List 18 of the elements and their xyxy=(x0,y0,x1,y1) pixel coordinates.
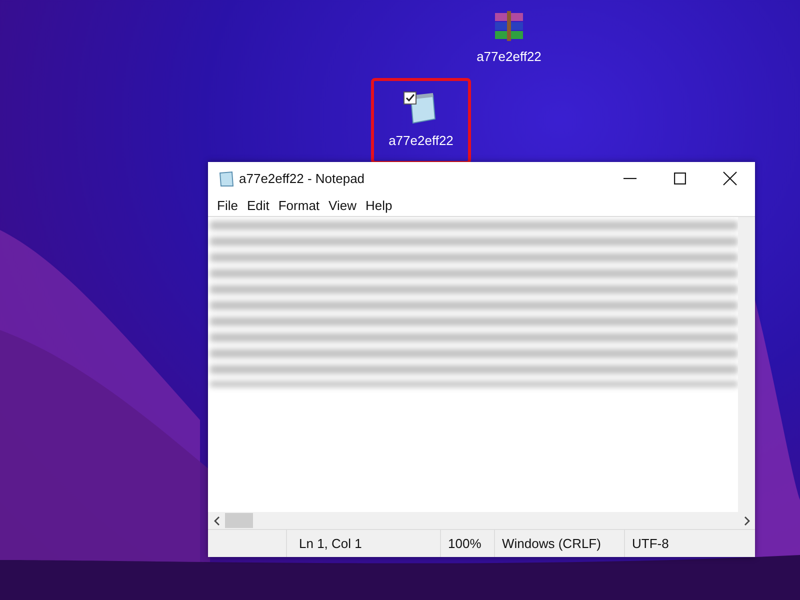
icon-label: a77e2eff22 xyxy=(388,133,454,148)
status-text: Ln 1, Col 1 xyxy=(287,530,441,557)
window-title: a77e2eff22 - Notepad xyxy=(239,171,365,186)
scroll-thumb[interactable] xyxy=(225,513,253,528)
books-stack-icon xyxy=(493,11,525,41)
menu-item[interactable]: File xyxy=(213,198,242,213)
menu-item[interactable]: Edit xyxy=(242,198,274,213)
menu-item[interactable]: Help xyxy=(361,198,396,213)
icon-label: a77e2eff22 xyxy=(476,49,542,64)
menu-item[interactable]: Format xyxy=(274,198,324,213)
menu-item[interactable]: View xyxy=(324,198,360,213)
vertical-scrollbar[interactable] xyxy=(738,217,755,512)
status-text: Windows (CRLF) xyxy=(495,530,625,557)
desktop-icon[interactable]: a77e2eff22 xyxy=(466,2,552,73)
horizontal-scrollbar[interactable] xyxy=(208,512,755,529)
status-text: 100% xyxy=(441,530,495,557)
status-text: UTF-8 xyxy=(631,535,670,553)
notepad-icon xyxy=(217,170,235,188)
